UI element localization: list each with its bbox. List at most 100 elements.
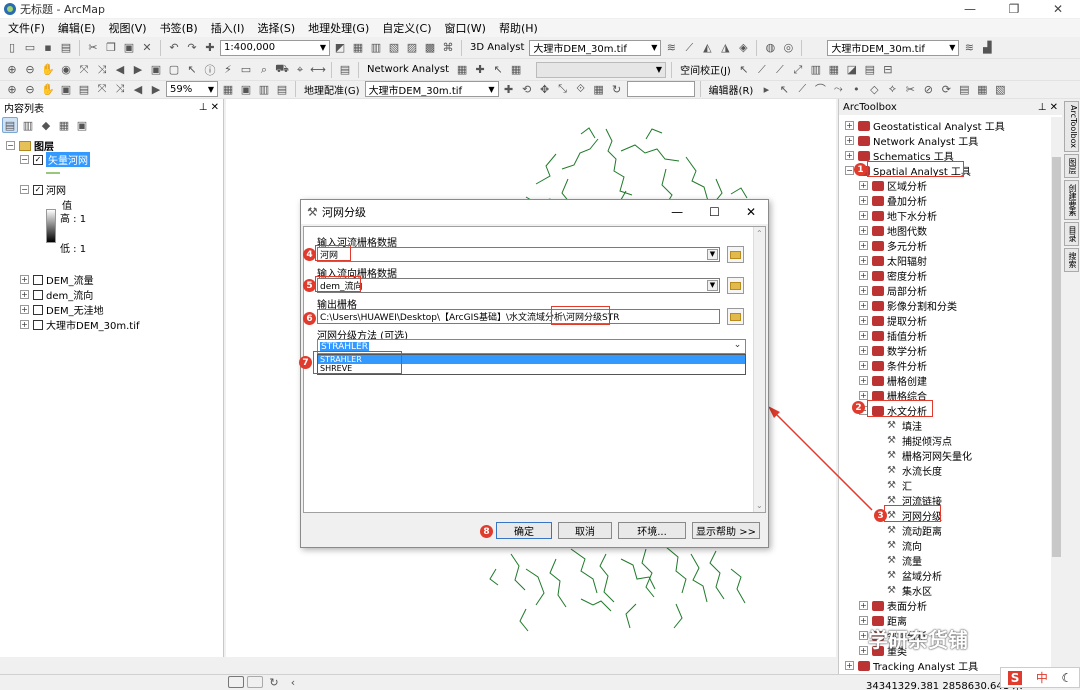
add-data-icon[interactable]: ✚: [202, 40, 218, 56]
modify-link-icon[interactable]: ⟋: [772, 62, 788, 78]
side-tab-arctoolbox[interactable]: ArcToolbox: [1064, 101, 1079, 152]
na-solve-icon[interactable]: ▦: [508, 62, 524, 78]
layer-name[interactable]: 河网: [46, 182, 66, 197]
refresh-icon[interactable]: ↻: [266, 676, 282, 689]
scale-icon[interactable]: ⤡: [555, 81, 571, 97]
arcscene-icon[interactable]: ◎: [780, 40, 796, 56]
toolset-row[interactable]: + 密度分析: [859, 268, 927, 283]
expand-icon[interactable]: +: [859, 391, 868, 400]
cut-icon[interactable]: ✂: [85, 40, 101, 56]
toolset-row[interactable]: + 数学分析: [859, 343, 927, 358]
expand-icon[interactable]: +: [859, 631, 868, 640]
menu-file[interactable]: 文件(F): [8, 20, 45, 36]
na-select-icon[interactable]: ↖: [490, 62, 506, 78]
toc-options-icon[interactable]: ▣: [74, 117, 90, 133]
open-icon[interactable]: ▭: [22, 40, 38, 56]
toolset-row[interactable]: + 地下水分析: [859, 208, 937, 223]
layout-back-icon[interactable]: ◀: [130, 81, 146, 97]
steepest-path-icon[interactable]: ⟋: [681, 40, 697, 56]
expand-icon[interactable]: +: [20, 305, 29, 314]
copy-icon[interactable]: ❐: [103, 40, 119, 56]
na-window-icon[interactable]: ▦: [454, 62, 470, 78]
layout-forward-icon[interactable]: ▶: [148, 81, 164, 97]
expand-icon[interactable]: +: [859, 646, 868, 655]
layer-visibility-checkbox[interactable]: ✓: [33, 154, 43, 165]
tool-row[interactable]: ⚒ 栅格河网矢量化: [887, 448, 972, 463]
python-icon[interactable]: ▩: [422, 40, 438, 56]
side-tab-search[interactable]: 搜索: [1064, 247, 1079, 272]
collapse-icon[interactable]: −: [20, 155, 29, 164]
arctoolbox-pin-close[interactable]: ⊥ ✕: [1038, 102, 1058, 113]
multi-link-icon[interactable]: ⤢: [790, 62, 806, 78]
rotate-icon[interactable]: ⟲: [519, 81, 535, 97]
show-help-button[interactable]: 显示帮助 >>: [692, 522, 760, 539]
layer-name[interactable]: DEM_无洼地: [46, 302, 104, 317]
back-icon[interactable]: ◀: [112, 62, 128, 78]
layer-name[interactable]: 大理市DEM_30m.tif: [46, 317, 140, 332]
editor-menu[interactable]: 编辑器(R): [709, 82, 754, 97]
html-popup-icon[interactable]: ▭: [238, 62, 254, 78]
layer-visibility-checkbox[interactable]: [33, 289, 43, 300]
tool-row[interactable]: ⚒ 流量: [887, 553, 922, 568]
cut-polygons-icon[interactable]: ✂: [902, 81, 918, 97]
change-layout-icon[interactable]: ▥: [256, 81, 272, 97]
identity-link-icon[interactable]: ▥: [808, 62, 824, 78]
input-direction-combo[interactable]: dem_流向 ▼: [317, 278, 720, 293]
layer-name[interactable]: dem_流向: [46, 287, 93, 302]
toolset-row[interactable]: + 表面分析: [859, 598, 927, 613]
menu-geoprocessing[interactable]: 地理处理(G): [308, 20, 369, 36]
toc-layer-dem-direction[interactable]: + dem_流向: [20, 287, 93, 302]
point-icon[interactable]: •: [848, 81, 864, 97]
zoom-percent-combo[interactable]: 59% ▼: [166, 81, 218, 97]
browse-folder-icon[interactable]: [727, 246, 744, 263]
expand-icon[interactable]: +: [859, 241, 868, 250]
list-by-visibility-icon[interactable]: ◆: [38, 117, 54, 133]
find-icon[interactable]: ⌕: [256, 62, 272, 78]
expand-icon[interactable]: +: [859, 376, 868, 385]
toolset-row[interactable]: + 插值分析: [859, 328, 927, 343]
tool-row[interactable]: ⚒ 水流长度: [887, 463, 942, 478]
side-tab-catalog[interactable]: 目录: [1064, 221, 1079, 246]
expand-icon[interactable]: +: [20, 290, 29, 299]
sa-select-icon[interactable]: ↖: [736, 62, 752, 78]
menu-edit[interactable]: 编辑(E): [58, 20, 96, 36]
ok-button[interactable]: 确定: [496, 522, 552, 539]
split-icon[interactable]: ⊘: [920, 81, 936, 97]
tool-row[interactable]: ⚒ 流动距离: [887, 523, 942, 538]
spatial-analyst-layer-combo[interactable]: 大理市DEM_30m.tif ▼: [827, 39, 960, 56]
zoom-out-icon[interactable]: ⊖: [22, 62, 38, 78]
expand-icon[interactable]: +: [859, 286, 868, 295]
interpolate-point-icon[interactable]: ◈: [735, 40, 751, 56]
find-route-icon[interactable]: ⛟: [274, 62, 290, 78]
scroll-up-icon[interactable]: ⌃: [756, 229, 763, 238]
tool-row[interactable]: ⚒ 捕捉倾泻点: [887, 433, 952, 448]
toolset-row[interactable]: + 栅格创建: [859, 373, 927, 388]
layer-visibility-checkbox[interactable]: [33, 319, 43, 330]
3d-layer-combo[interactable]: 大理市DEM_30m.tif ▼: [529, 39, 662, 56]
layout-zoom-out-icon[interactable]: ⊖: [22, 81, 38, 97]
toolset-row[interactable]: + 区域分析: [859, 178, 927, 193]
tool-row[interactable]: ⚒ 汇: [887, 478, 912, 493]
toc-layer-dem-flow[interactable]: + DEM_流量: [20, 272, 94, 287]
rotate-angle-input[interactable]: [626, 81, 695, 97]
edit-tool-icon[interactable]: ▸: [758, 81, 774, 97]
scale-combo[interactable]: 1:400,000 ▼: [220, 39, 330, 56]
undo-icon[interactable]: ↶: [166, 40, 182, 56]
list-by-selection-icon[interactable]: ▦: [56, 117, 72, 133]
expand-icon[interactable]: +: [859, 301, 868, 310]
ime-indicator[interactable]: S 中 ☾: [1000, 667, 1080, 688]
toolset-row[interactable]: + 局部分析: [859, 283, 927, 298]
toc-layer-river-raster[interactable]: − ✓ 河网: [20, 182, 66, 197]
layer-visibility-checkbox[interactable]: ✓: [33, 184, 43, 195]
chevron-down-icon[interactable]: ⌄: [731, 340, 744, 353]
expand-icon[interactable]: +: [859, 316, 868, 325]
toolset-row[interactable]: + 提取分析: [859, 313, 927, 328]
model-builder-icon[interactable]: ⌘: [440, 40, 456, 56]
focus-data-frame-icon[interactable]: ▣: [238, 81, 254, 97]
list-by-source-icon[interactable]: ▥: [20, 117, 36, 133]
clear-selection-icon[interactable]: ▢: [166, 62, 182, 78]
3d-analyst-menu[interactable]: 3D Analyst: [470, 42, 524, 53]
expand-icon[interactable]: +: [859, 226, 868, 235]
contour-icon[interactable]: ≋: [663, 40, 679, 56]
select-elements-icon[interactable]: ↖: [184, 62, 200, 78]
